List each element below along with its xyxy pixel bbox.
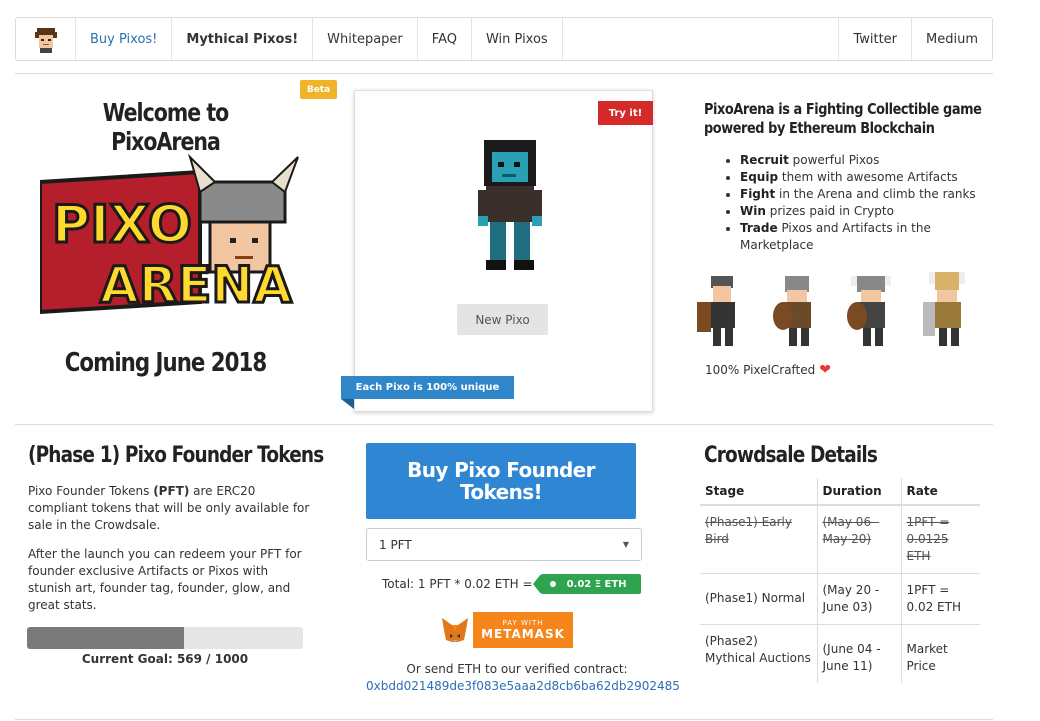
- logo-text-pixo: PIXO: [52, 195, 192, 255]
- phase-redeem-text: After the launch you can redeem your PFT…: [28, 547, 302, 612]
- crowdsale-title: Crowdsale Details: [704, 443, 878, 468]
- coming-date: Coming June 2018: [64, 348, 267, 378]
- feature-text: prizes paid in Crypto: [765, 204, 894, 218]
- new-pixo-button[interactable]: New Pixo: [457, 304, 548, 335]
- pft-bold: (PFT): [153, 484, 190, 498]
- hero-title: Welcome to PixoArena: [102, 98, 229, 156]
- divider: [15, 73, 993, 74]
- cell-rate: Market Price: [900, 624, 980, 683]
- crowdsale-table: Stage Duration Rate (Phase1) Early Bird …: [700, 478, 980, 683]
- pixelcrafted-note: 100% PixelCrafted ❤: [705, 362, 831, 378]
- cell-duration: (June 04 - June 11): [816, 624, 901, 683]
- try-it-ribbon[interactable]: Try it!: [598, 101, 653, 125]
- table-row: (Phase2) Mythical Auctions (June 04 - Ju…: [700, 624, 980, 683]
- feature-item: Fight in the Arena and climb the ranks: [740, 186, 994, 203]
- cell-rate: 1PFT = 0.0125 ETH: [900, 504, 980, 574]
- feature-item: Win prizes paid in Crypto: [740, 203, 994, 220]
- pft-amount-select[interactable]: 1 PFT ▼: [366, 528, 642, 561]
- feature-bold: Recruit: [740, 153, 789, 167]
- feature-bold: Fight: [740, 187, 776, 201]
- metamask-fox-icon: [437, 612, 473, 648]
- pixoarena-logo: PIXO ARENA: [40, 153, 299, 316]
- cell-stage: (Phase1) Early Bird: [700, 504, 817, 574]
- feature-bold: Trade: [740, 221, 778, 235]
- phase-title: (Phase 1) Pixo Founder Tokens: [28, 443, 324, 468]
- hero-title-wrap: Welcome to PixoArena: [28, 98, 303, 156]
- feature-item: Trade Pixos and Artifacts in the Marketp…: [740, 220, 994, 254]
- metamask-label: PAY WITH METAMASK: [473, 612, 573, 648]
- feature-bold: Win: [740, 204, 766, 218]
- feature-text: powerful Pixos: [788, 153, 880, 167]
- heart-icon: ❤: [819, 362, 831, 378]
- feature-list: Recruit powerful Pixos Equip them with a…: [704, 152, 994, 254]
- cell-stage: (Phase1) Normal: [700, 573, 817, 625]
- cell-stage: (Phase2) Mythical Auctions: [700, 624, 817, 683]
- send-eth-text: Or send ETH to our verified contract:: [406, 662, 628, 676]
- divider: [15, 424, 993, 425]
- dot-icon: [549, 581, 556, 587]
- crafted-text: 100% PixelCrafted: [705, 363, 816, 377]
- nav-medium[interactable]: Medium: [912, 18, 992, 60]
- phase-description: Pixo Founder Tokens (PFT) are ERC20 comp…: [28, 483, 313, 534]
- hero-3: [847, 276, 891, 346]
- pixo-character: [478, 140, 542, 270]
- about-section: PixoArena is a Fighting Collectible game…: [704, 100, 994, 254]
- total-line: Total: 1 PFT * 0.02 ETH = 0.02 Ξ ETH: [382, 574, 641, 594]
- eth-value: 0.02 Ξ ETH: [566, 578, 627, 590]
- col-stage: Stage: [700, 478, 817, 506]
- feature-text: them with awesome Artifacts: [778, 170, 958, 184]
- metamask-top: PAY WITH: [502, 619, 544, 627]
- col-duration: Duration: [816, 478, 901, 506]
- cell-rate: 1PFT = 0.02 ETH: [900, 573, 980, 625]
- feature-item: Recruit powerful Pixos: [740, 152, 994, 169]
- about-heading: PixoArena is a Fighting Collectible game…: [704, 100, 982, 137]
- feature-bold: Equip: [740, 170, 779, 184]
- goal-label: Current Goal: 569 / 1000: [81, 652, 249, 666]
- cell-duration: (May 06 - May 20): [816, 504, 901, 574]
- table-row: (Phase1) Normal (May 20 - June 03) 1PFT …: [700, 573, 980, 625]
- hero-4: [923, 272, 965, 346]
- feature-text: in the Arena and climb the ranks: [775, 187, 976, 201]
- nav-win-pixos[interactable]: Win Pixos: [472, 18, 563, 60]
- chevron-down-icon: ▼: [622, 540, 629, 549]
- nav-whitepaper[interactable]: Whitepaper: [313, 18, 418, 60]
- metamask-bottom: METAMASK: [481, 627, 565, 641]
- cell-duration: (May 20 - June 03): [816, 573, 901, 625]
- table-row: (Phase1) Early Bird (May 06 - May 20) 1P…: [700, 504, 980, 574]
- divider: [15, 719, 993, 720]
- ribbon-fold: [341, 399, 354, 409]
- logo-text-arena: ARENA: [100, 256, 292, 314]
- nav-faq[interactable]: FAQ: [418, 18, 472, 60]
- nav-mythical-pixos[interactable]: Mythical Pixos!: [172, 18, 314, 60]
- select-value: 1 PFT: [379, 537, 412, 552]
- total-text: Total: 1 PFT * 0.02 ETH =: [382, 577, 533, 591]
- feature-item: Equip them with awesome Artifacts: [740, 169, 994, 186]
- nav-buy-pixos[interactable]: Buy Pixos!: [76, 18, 173, 60]
- col-rate: Rate: [900, 478, 980, 506]
- unique-ribbon: Each Pixo is 100% unique: [341, 376, 514, 399]
- beta-badge: Beta: [300, 80, 337, 99]
- nav-twitter[interactable]: Twitter: [839, 18, 913, 60]
- contract-address-link[interactable]: 0xbdd021489de3f083e5aaa2d8cb6ba62db29024…: [366, 679, 680, 693]
- hero-1: [697, 276, 735, 346]
- pft-text: Pixo Founder Tokens: [28, 484, 154, 498]
- table-header-row: Stage Duration Rate: [700, 478, 980, 506]
- top-nav: Buy Pixos! Mythical Pixos! Whitepaper FA…: [15, 17, 993, 61]
- nav-spacer: [563, 18, 840, 60]
- hero-2: [773, 276, 811, 346]
- buy-tokens-button[interactable]: Buy Pixo Founder Tokens!: [366, 443, 636, 519]
- goal-progress-fill: [27, 627, 185, 649]
- avatar-icon: [34, 28, 57, 53]
- goal-progress-bar: [27, 627, 303, 649]
- pay-with-metamask-button[interactable]: PAY WITH METAMASK: [437, 612, 573, 648]
- logo-avatar[interactable]: [16, 18, 76, 60]
- pixo-heroes-row: [697, 272, 965, 346]
- eth-total-pill: 0.02 Ξ ETH: [532, 574, 641, 594]
